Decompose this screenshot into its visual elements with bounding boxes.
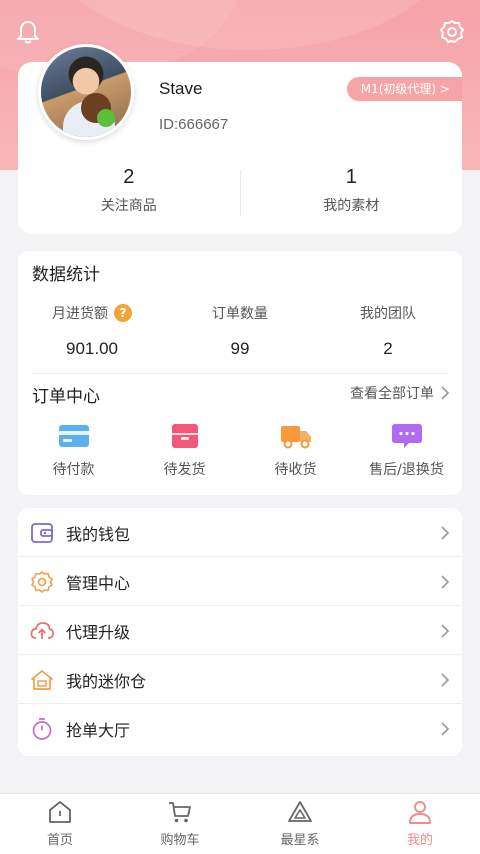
- chat-icon: [391, 424, 422, 448]
- order-status-label: 售后/退换货: [369, 462, 444, 478]
- stat-my-team[interactable]: 我的团队 2: [314, 303, 462, 359]
- stat-value: 2: [383, 339, 393, 358]
- chevron-right-icon: [441, 672, 450, 687]
- settings-icon[interactable]: [438, 18, 466, 46]
- tab-galaxy[interactable]: 最星系: [240, 794, 360, 854]
- tab-label: 我的: [406, 833, 433, 848]
- tab-home[interactable]: 首页: [0, 794, 120, 854]
- truck-icon: [280, 426, 311, 449]
- stat-followed-products[interactable]: 2 关注商品: [18, 166, 240, 222]
- profile-stats: 2 关注商品 1 我的素材: [18, 166, 462, 222]
- menu-item-label: 代理升级: [66, 622, 131, 642]
- level-badge[interactable]: M1(初级代理) >: [346, 77, 462, 101]
- menu-item-label: 管理中心: [66, 573, 131, 593]
- order-status-label: 待发货: [163, 462, 206, 478]
- menu-item-mini-warehouse[interactable]: 我的迷你仓: [18, 655, 462, 704]
- cart-icon: [169, 802, 191, 823]
- stat-my-materials[interactable]: 1 我的素材: [241, 166, 463, 222]
- wallet-icon: [31, 522, 53, 543]
- user-name: Stave: [159, 79, 203, 98]
- menu-item-order-hall[interactable]: 抢单大厅: [18, 704, 462, 753]
- divider: [32, 373, 448, 374]
- person-icon: [409, 801, 431, 824]
- bell-icon[interactable]: [14, 18, 42, 46]
- menu-item-label: 我的钱包: [66, 524, 131, 544]
- chevron-right-icon: [441, 386, 450, 400]
- stat-order-count[interactable]: 订单数量 99: [166, 303, 314, 359]
- upload-cloud-icon: [30, 621, 54, 639]
- order-center-title: 订单中心: [32, 387, 100, 407]
- chevron-right-icon: [441, 623, 450, 638]
- stat-value: 901.00: [66, 339, 118, 358]
- menu-list: 我的钱包 管理中心 代理升级 我的迷你仓 抢单大厅: [18, 508, 462, 756]
- avatar[interactable]: [38, 44, 134, 140]
- tab-cart[interactable]: 购物车: [120, 794, 240, 854]
- stat-value: 99: [230, 339, 250, 358]
- chevron-right-icon: [441, 721, 450, 736]
- menu-item-label: 我的迷你仓: [66, 671, 147, 691]
- order-after-sales[interactable]: 售后/退换货: [351, 423, 462, 479]
- data-stats-row: 月进货额 ? 901.00 订单数量 99 我的团队 2: [18, 303, 462, 359]
- stat-label: 关注商品: [100, 198, 157, 214]
- menu-item-management[interactable]: 管理中心: [18, 557, 462, 606]
- stat-label: 我的团队: [360, 306, 416, 322]
- view-all-label: 查看全部订单: [350, 386, 434, 402]
- order-status-row: 待付款 待发货 待收货 售后/退换货: [18, 423, 462, 479]
- help-icon[interactable]: ?: [114, 304, 132, 322]
- box-icon: [171, 424, 198, 448]
- order-pending-receipt[interactable]: 待收货: [240, 423, 351, 479]
- menu-item-agent-upgrade[interactable]: 代理升级: [18, 606, 462, 655]
- stat-label-wrap: 月进货额 ?: [52, 303, 132, 323]
- avatar-toy-accent: [97, 109, 115, 127]
- stat-label: 我的素材: [323, 198, 380, 214]
- profile-card: Stave ID:666667 M1(初级代理) > 2 关注商品 1 我的素材: [18, 44, 462, 234]
- view-all-orders-link[interactable]: 查看全部订单: [350, 383, 450, 403]
- tab-label: 购物车: [160, 833, 200, 848]
- bottom-tab-bar: 首页 购物车 最星系 我的: [0, 793, 480, 854]
- tab-mine[interactable]: 我的: [360, 794, 480, 854]
- stat-value: 2: [123, 166, 135, 188]
- stat-label: 月进货额: [52, 306, 108, 322]
- order-pending-payment[interactable]: 待付款: [18, 423, 129, 479]
- triangle-icon: [288, 801, 312, 822]
- order-status-label: 待收货: [274, 462, 317, 478]
- chevron-right-icon: [441, 525, 450, 540]
- order-pending-shipment[interactable]: 待发货: [129, 423, 240, 479]
- tab-label: 最星系: [280, 833, 320, 848]
- stat-value: 1: [345, 166, 357, 188]
- stat-monthly-purchase[interactable]: 月进货额 ? 901.00: [18, 303, 166, 359]
- order-status-label: 待付款: [52, 462, 95, 478]
- data-stats-card: 数据统计 月进货额 ? 901.00 订单数量 99 我的团队 2 订单中心 查…: [18, 251, 462, 495]
- stat-label: 订单数量: [212, 306, 268, 322]
- tab-label: 首页: [46, 833, 73, 848]
- gear-icon: [31, 570, 53, 593]
- chevron-right-icon: [441, 574, 450, 589]
- user-id: ID:666667: [159, 116, 229, 133]
- house-icon: [31, 669, 53, 690]
- menu-item-label: 抢单大厅: [66, 720, 131, 740]
- data-stats-title: 数据统计: [32, 265, 100, 285]
- timer-icon: [32, 717, 52, 740]
- home-icon: [49, 801, 71, 823]
- menu-item-wallet[interactable]: 我的钱包: [18, 508, 462, 557]
- card-icon: [58, 425, 89, 447]
